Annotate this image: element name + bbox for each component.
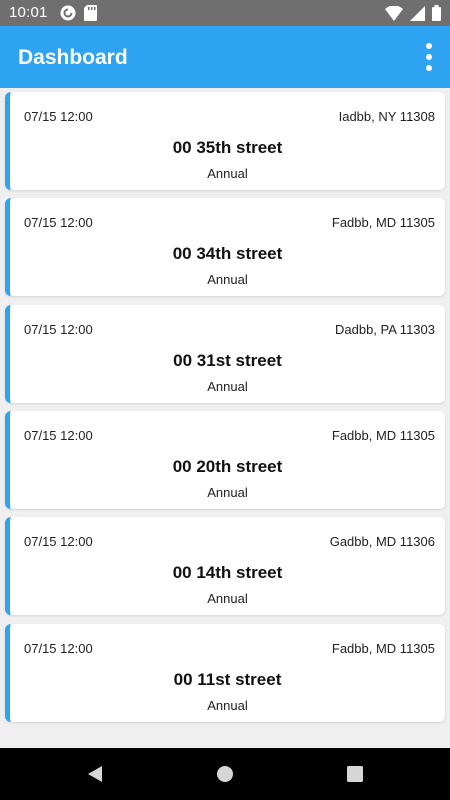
wifi-icon — [385, 5, 403, 21]
card-street: 00 11st street — [173, 670, 282, 689]
sd-card-icon — [84, 5, 97, 21]
card-date: 07/15 12:00 — [24, 322, 93, 337]
list-item[interactable]: 07/15 12:00 Fadbb, MD 11305 00 20th stre… — [5, 411, 445, 509]
list-item[interactable]: 07/15 12:00 Fadbb, MD 11305 00 11st stre… — [5, 624, 445, 722]
list-item[interactable]: 07/15 12:00 Iadbb, NY 11308 00 35th stre… — [5, 92, 445, 190]
navigation-bar — [0, 748, 450, 800]
list-item[interactable]: 07/15 12:00 Gadbb, MD 11306 00 14th stre… — [5, 517, 445, 615]
card-location: Iadbb, NY 11308 — [338, 109, 435, 124]
card-location: Fadbb, MD 11305 — [331, 641, 435, 656]
card-street: 00 35th street — [172, 138, 283, 157]
status-bar: 10:01 — [0, 0, 450, 26]
status-time: 10:01 — [9, 4, 48, 21]
card-street: 00 34th street — [172, 244, 283, 263]
card-date: 07/15 12:00 — [24, 215, 93, 230]
card-location: Dadbb, PA 11303 — [335, 322, 435, 337]
card-type: Annual — [207, 591, 248, 606]
card-location: Fadbb, MD 11305 — [331, 428, 435, 443]
card-location: Gadbb, MD 11306 — [329, 534, 435, 549]
card-type: Annual — [207, 272, 248, 287]
card-type: Annual — [207, 379, 248, 394]
card-type: Annual — [207, 166, 248, 181]
list-item[interactable]: 07/15 12:00 Dadbb, PA 11303 00 31st stre… — [5, 305, 445, 403]
card-date: 07/15 12:00 — [24, 109, 93, 124]
home-icon[interactable] — [215, 764, 235, 784]
app-bar: Dashboard — [0, 26, 450, 88]
cell-signal-icon — [410, 5, 425, 21]
card-street: 00 20th street — [172, 457, 283, 476]
card-street: 00 14th street — [172, 563, 283, 582]
back-icon[interactable] — [85, 764, 105, 784]
page-title: Dashboard — [18, 46, 128, 69]
card-type: Annual — [207, 698, 248, 713]
more-vert-icon[interactable] — [422, 40, 436, 74]
card-location: Fadbb, MD 11305 — [331, 215, 435, 230]
pocket-casts-icon — [60, 5, 76, 21]
card-type: Annual — [207, 485, 248, 500]
card-date: 07/15 12:00 — [24, 534, 93, 549]
status-left-icons — [60, 5, 97, 21]
list-item[interactable]: 07/15 12:00 Fadbb, MD 11305 00 34th stre… — [5, 198, 445, 296]
status-right-icons — [385, 5, 441, 21]
card-date: 07/15 12:00 — [24, 641, 93, 656]
battery-icon — [432, 5, 441, 21]
card-date: 07/15 12:00 — [24, 428, 93, 443]
recents-icon[interactable] — [345, 764, 365, 784]
card-street: 00 31st street — [173, 351, 282, 370]
